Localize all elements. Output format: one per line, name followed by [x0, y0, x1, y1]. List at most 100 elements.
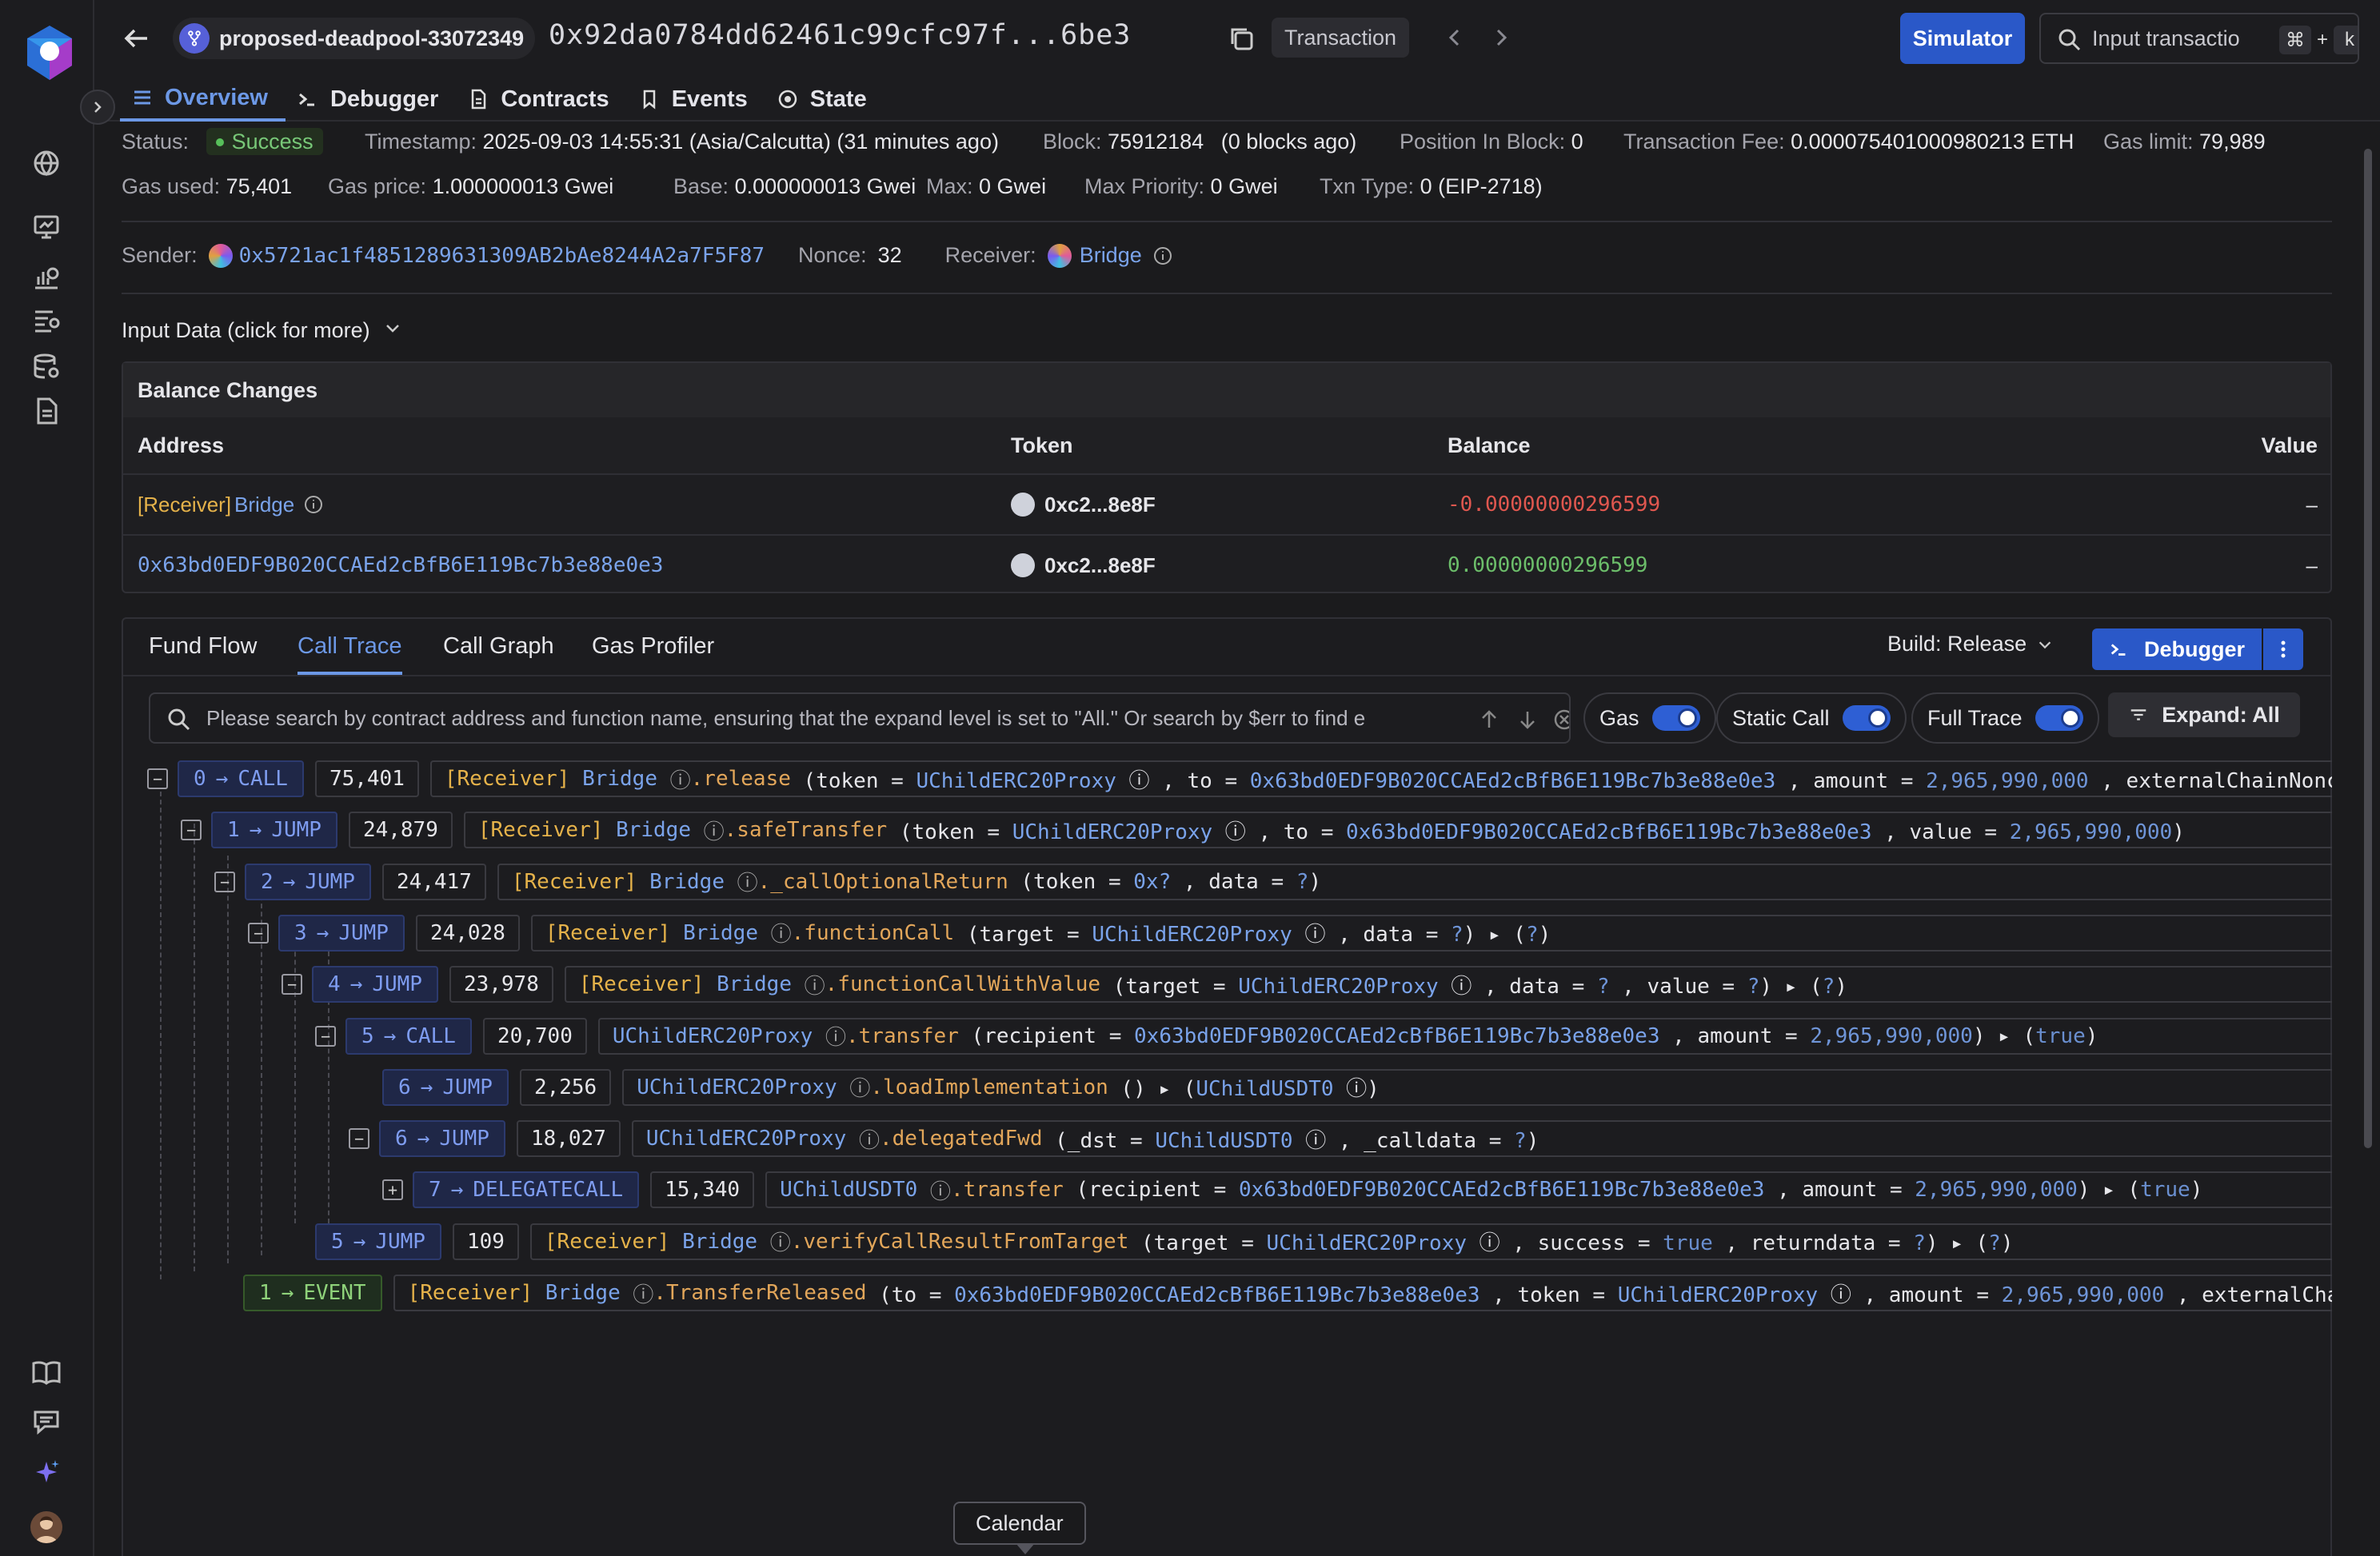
debugger-button[interactable]: Debugger: [2092, 628, 2262, 670]
call-signature[interactable]: [Receiver] Bridge ⓘ .functionCall (target…: [530, 914, 2332, 952]
docs-book-icon[interactable]: [30, 1356, 62, 1388]
page-scrollbar[interactable]: [2364, 149, 2372, 1148]
trace-row[interactable]: 1 → EVENT [Receiver] Bridge ⓘ .TransferRelea…: [243, 1274, 2332, 1312]
info-icon[interactable]: ⓘ: [771, 918, 792, 948]
trace-row[interactable]: 5 → JUMP 109 [Receiver] Bridge ⓘ .verifyCallR…: [315, 1223, 2332, 1261]
call-signature[interactable]: [Receiver] Bridge ⓘ .safeTransfer (token …: [463, 812, 2332, 849]
database-icon[interactable]: [30, 350, 62, 382]
tab-contracts[interactable]: Contracts: [456, 77, 626, 122]
simulator-button[interactable]: Simulator: [1900, 13, 2025, 64]
trace-row[interactable]: +7 → DELEGATECALL 15,340 UChildUSDT0 ⓘ .trans…: [382, 1171, 2332, 1209]
contract-name[interactable]: Bridge: [616, 818, 691, 842]
trace-row[interactable]: − 3 → JUMP 24,028 [Receiver] Bridge ⓘ .functio…: [248, 914, 2332, 952]
contract-name[interactable]: UChildERC20Proxy: [613, 1024, 813, 1048]
arrow-down-icon[interactable]: [1516, 708, 1539, 731]
trace-row[interactable]: − 6 → JUMP 18,027 UChildERC20Proxy ⓘ .delegate…: [349, 1119, 2332, 1158]
info-icon[interactable]: ⓘ: [737, 867, 758, 896]
trace-search-input[interactable]: Please search by contract address and fu…: [149, 692, 1571, 744]
info-icon[interactable]: ⓘ: [825, 1021, 846, 1051]
contract-name[interactable]: Bridge: [717, 972, 792, 996]
info-icon[interactable]: ⓘ: [805, 970, 825, 999]
clear-icon[interactable]: [1553, 708, 1569, 731]
trace-row[interactable]: − 0 → CALL 75,401 [Receiver] Bridge ⓘ .release…: [147, 760, 2332, 798]
info-icon[interactable]: ⓘ: [849, 1072, 870, 1102]
full-trace-toggle[interactable]: Full Trace: [1911, 692, 2099, 744]
document-icon[interactable]: [30, 395, 62, 427]
expand-sidebar-button[interactable]: [80, 90, 115, 125]
call-signature[interactable]: UChildERC20Proxy ⓘ .transfer (recipient =…: [597, 1017, 2332, 1055]
call-signature[interactable]: [Receiver] Bridge ⓘ .TransferReleased (to…: [393, 1275, 2332, 1311]
contract-name[interactable]: UChildUSDT0: [780, 1178, 917, 1202]
call-signature[interactable]: [Receiver] Bridge ⓘ .functionCallWithValu…: [564, 966, 2332, 1003]
collapse-node-icon[interactable]: −: [248, 922, 269, 944]
function-name[interactable]: .TransferReleased: [653, 1281, 866, 1305]
next-chevron-icon[interactable]: [1489, 26, 1513, 50]
transactions-icon[interactable]: [30, 304, 62, 336]
static-call-toggle[interactable]: Static Call: [1716, 692, 1907, 744]
sender-address-link[interactable]: 0x5721ac1f4851289631309AB2bAe8244A2a7F5F…: [239, 244, 765, 268]
collapse-node-icon[interactable]: −: [282, 974, 302, 995]
contract-name[interactable]: Bridge: [682, 1230, 757, 1254]
ai-sparkle-icon[interactable]: [30, 1457, 62, 1489]
call-signature[interactable]: UChildERC20Proxy ⓘ .delegatedFwd (_dst = …: [631, 1120, 2332, 1158]
contract-name[interactable]: Bridge: [649, 870, 725, 894]
collapse-node-icon[interactable]: −: [147, 768, 168, 789]
tab-call-graph[interactable]: Call Graph: [443, 633, 554, 660]
contract-name[interactable]: Bridge: [545, 1281, 621, 1305]
call-signature[interactable]: [Receiver] Bridge ⓘ ._callOptionalReturn …: [497, 863, 2332, 900]
receiver-link[interactable]: Bridge: [1080, 243, 1142, 268]
back-arrow-icon[interactable]: [120, 22, 152, 54]
build-select[interactable]: Build: Release: [1887, 632, 2054, 656]
contract-name[interactable]: Bridge: [683, 921, 758, 945]
function-name[interactable]: .transfer: [846, 1024, 959, 1048]
feedback-chat-icon[interactable]: [30, 1406, 62, 1438]
call-signature[interactable]: [Receiver] Bridge ⓘ .release (token = UCh…: [429, 760, 2332, 797]
contract-name[interactable]: UChildERC20Proxy: [646, 1127, 846, 1151]
analytics-icon[interactable]: [30, 261, 62, 293]
info-icon[interactable]: ⓘ: [633, 1279, 653, 1308]
call-signature[interactable]: [Receiver] Bridge ⓘ .verifyCallResultFrom…: [529, 1223, 2332, 1260]
info-icon[interactable]: ⓘ: [704, 816, 725, 845]
function-name[interactable]: .safeTransfer: [725, 818, 888, 842]
trace-row[interactable]: − 5 → CALL 20,700 UChildERC20Proxy ⓘ .transfer…: [315, 1017, 2332, 1055]
token-cell[interactable]: 0xc2...8e8F: [1011, 493, 1156, 517]
info-icon[interactable]: [304, 495, 323, 514]
tab-debugger[interactable]: Debugger: [286, 77, 456, 122]
tenderly-logo-icon[interactable]: [22, 22, 77, 85]
tab-call-trace[interactable]: Call Trace: [298, 633, 402, 675]
address-link[interactable]: Bridge: [234, 493, 294, 517]
tab-events[interactable]: Events: [627, 77, 765, 122]
info-icon[interactable]: ⓘ: [859, 1124, 880, 1154]
trace-row[interactable]: − 4 → JUMP 23,978 [Receiver] Bridge ⓘ .functio…: [282, 965, 2332, 1003]
tab-fund-flow[interactable]: Fund Flow: [149, 633, 257, 660]
expand-level-button[interactable]: Expand: All: [2108, 692, 2300, 737]
function-name[interactable]: .functionCallWithValue: [825, 972, 1100, 996]
arrow-up-icon[interactable]: [1478, 708, 1500, 731]
copy-icon[interactable]: [1225, 22, 1257, 54]
expand-node-icon[interactable]: +: [382, 1179, 403, 1201]
globe-icon[interactable]: [30, 147, 62, 179]
input-data-toggle[interactable]: Input Data (click for more): [122, 318, 402, 343]
gas-toggle[interactable]: Gas: [1583, 692, 1716, 744]
collapse-node-icon[interactable]: −: [181, 820, 202, 841]
function-name[interactable]: .release: [691, 767, 791, 791]
project-selector[interactable]: proposed-deadpool-33072349: [173, 18, 536, 59]
function-name[interactable]: ._callOptionalReturn: [758, 870, 1008, 894]
function-name[interactable]: .functionCall: [792, 921, 955, 945]
trace-row[interactable]: − 2 → JUMP 24,417 [Receiver] Bridge ⓘ ._callOp…: [214, 863, 2332, 901]
contract-name[interactable]: Bridge: [582, 767, 657, 791]
collapse-node-icon[interactable]: −: [214, 871, 235, 892]
previous-chevron-icon[interactable]: [1443, 26, 1467, 50]
contract-name[interactable]: UChildERC20Proxy: [637, 1075, 837, 1099]
dashboard-icon[interactable]: [30, 211, 62, 243]
collapse-node-icon[interactable]: −: [315, 1025, 336, 1047]
token-cell[interactable]: 0xc2...8e8F: [1011, 553, 1156, 578]
address-link[interactable]: 0x63bd0EDF9B020CCAEd2cBfB6E119Bc7b3e88e0…: [138, 553, 663, 577]
call-signature[interactable]: UChildUSDT0 ⓘ .transfer (recipient = 0x63…: [765, 1171, 2332, 1209]
function-name[interactable]: .loadImplementation: [870, 1075, 1108, 1099]
collapse-node-icon[interactable]: −: [349, 1128, 369, 1150]
avatar[interactable]: [30, 1511, 62, 1543]
more-options-button[interactable]: [2263, 628, 2303, 670]
info-icon[interactable]: ⓘ: [930, 1175, 951, 1205]
function-name[interactable]: .delegatedFwd: [880, 1127, 1043, 1151]
